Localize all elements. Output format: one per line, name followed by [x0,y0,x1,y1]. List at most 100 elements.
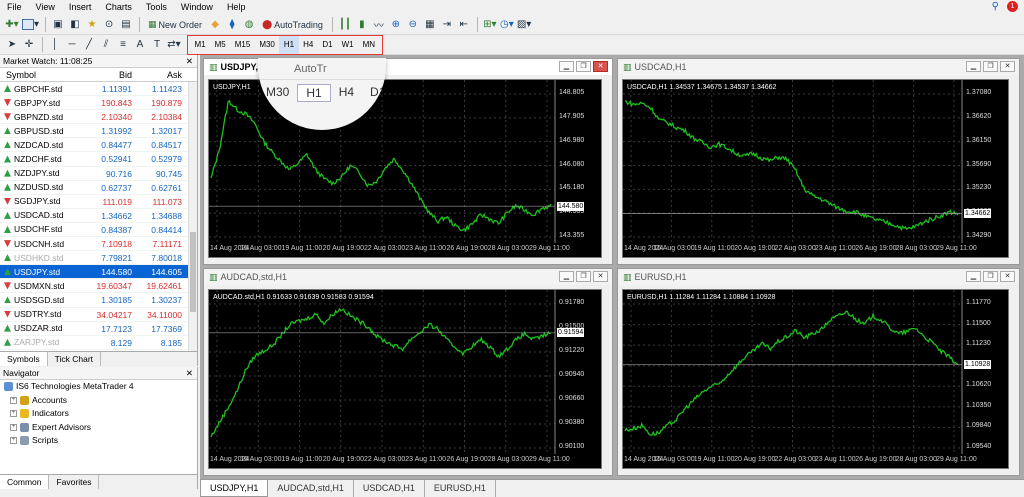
market-watch-row[interactable]: ZARJPY.std 8.129 8.185 [0,336,197,350]
metaeditor-icon[interactable]: ◆ [207,17,223,33]
search-icon[interactable]: ⚲ [992,1,999,12]
tile-windows-icon[interactable]: ▦ [422,17,438,33]
signals-icon[interactable]: ⧫ [224,17,240,33]
tf-m15[interactable]: M15 [230,36,255,54]
chart-shift-icon[interactable]: ⇤ [456,17,472,33]
menu-window[interactable]: Window [174,0,220,15]
menu-insert[interactable]: Insert [62,0,99,15]
minimize-icon[interactable]: ▁ [559,271,574,282]
header-symbol[interactable]: Symbol [0,68,80,81]
restore-icon[interactable]: ❐ [983,61,998,72]
tf-h1[interactable]: H1 [279,35,299,54]
market-watch-row[interactable]: NZDJPY.std 90.716 90.745 [0,167,197,181]
tf-m30[interactable]: M30 [255,36,280,54]
chart-tab-audcad[interactable]: AUDCAD,std,H1 [268,480,354,497]
chart-plot-area[interactable]: 148.805 147.905 146.980 146.080 145.180 144.3… [208,79,602,258]
expand-icon[interactable]: + [10,396,17,404]
indicators-icon[interactable]: ⊞▾ [482,17,498,33]
menu-help[interactable]: Help [220,0,253,15]
expand-icon[interactable]: + [10,410,17,418]
expand-icon[interactable]: + [10,423,17,431]
market-watch-row[interactable]: USDTRY.std 34.04217 34.11000 [0,308,197,322]
close-icon[interactable]: ✕ [593,61,608,72]
templates-icon[interactable]: ▨▾ [516,17,532,33]
data-window-icon[interactable]: ◧ [67,17,83,33]
strategy-tester-icon[interactable]: ▤ [118,17,134,33]
tf-mn[interactable]: MN [358,36,379,54]
menu-file[interactable]: File [0,0,29,15]
new-chart-icon[interactable]: ✚▾ [4,17,20,33]
close-icon[interactable]: ✕ [186,55,193,68]
chart-window-eurusd[interactable]: ▥EURUSD,H1 ▁❐✕ 1.11770 1.11500 1.11230 1.1092… [617,268,1020,476]
menu-view[interactable]: View [29,0,62,15]
chart-tab-usdjpy[interactable]: USDJPY,H1 [200,480,269,497]
terminal-icon[interactable]: ⊙ [101,17,117,33]
horizontal-line-icon[interactable]: ─ [64,37,80,53]
chart-title-bar[interactable]: ▥ AUDCAD,std,H1 ▁ ❐ ✕ [204,269,612,285]
navigator-item-accounts[interactable]: + Accounts [0,394,197,408]
market-watch-row[interactable]: USDSGD.std 1.30185 1.30237 [0,293,197,308]
tf-m5[interactable]: M5 [210,36,230,54]
tab-symbols[interactable]: Symbols [0,352,48,366]
trendline-icon[interactable]: ╱ [81,37,97,53]
minimize-icon[interactable]: ▁ [966,61,981,72]
navigator-item-scripts[interactable]: + Scripts [0,434,197,448]
market-watch-row[interactable]: GBPCHF.std 1.11391 1.11423 [0,82,197,97]
periods-icon[interactable]: ◷▾ [499,17,515,33]
market-watch-row[interactable]: USDMXN.std 19.60347 19.62461 [0,279,197,294]
close-icon[interactable]: ✕ [1000,61,1015,72]
cursor-icon[interactable]: ➤ [4,37,20,53]
market-watch-row[interactable]: NZDCHF.std 0.52941 0.52979 [0,152,197,167]
zoom-in-icon[interactable]: ⊕ [388,17,404,33]
expand-icon[interactable]: + [10,437,17,445]
market-icon[interactable]: ◍ [241,17,257,33]
candlestick-icon[interactable]: ▮ [354,17,370,33]
chart-window-audcad[interactable]: ▥ AUDCAD,std,H1 ▁ ❐ ✕ 0.91780 0.91500 0.91220 0.… [203,268,613,476]
navigator-icon[interactable]: ★ [84,17,100,33]
menu-charts[interactable]: Charts [98,0,139,15]
restore-icon[interactable]: ❐ [576,61,591,72]
fibonacci-icon[interactable]: ≡ [115,37,131,53]
market-watch-row[interactable]: USDHKD.std 7.79821 7.80018 [0,251,197,266]
scrollbar-thumb[interactable] [190,232,196,312]
market-watch-row[interactable]: USDCNH.std 7.10918 7.11171 [0,237,197,252]
chart-tab-usdcad[interactable]: USDCAD,H1 [354,480,425,497]
tab-tick-chart[interactable]: Tick Chart [48,352,102,366]
market-watch-row[interactable]: USDCAD.std 1.34662 1.34688 [0,209,197,223]
market-watch-row[interactable]: NZDCAD.std 0.84477 0.84517 [0,138,197,153]
chart-window-usdcad[interactable]: ▥ USDCAD,H1 ▁ ❐ ✕ 1.37080 1.36620 1.36150 1.3569… [617,58,1020,265]
market-watch-row[interactable]: USDZAR.std 17.7123 17.7369 [0,322,197,336]
tf-w1[interactable]: W1 [337,36,358,54]
arrows-icon[interactable]: ⇄▾ [166,37,182,53]
market-watch-row[interactable]: USDJPY.std 144.580 144.605 [0,265,197,280]
restore-icon[interactable]: ❐ [576,271,591,282]
menu-tools[interactable]: Tools [139,0,174,15]
market-watch-row[interactable]: USDCHF.std 0.84387 0.84414 [0,223,197,238]
autotrading-button[interactable]: ⬤ AutoTrading [258,17,327,33]
chart-plot-area[interactable]: 0.91780 0.91500 0.91220 0.90940 0.90660 0.903… [208,289,602,469]
restore-icon[interactable]: ❐ [983,271,998,282]
bar-chart-icon[interactable]: ┃┃ [337,17,353,33]
chart-plot-area[interactable]: 1.11770 1.11500 1.11230 1.10928 1.10620 1.103… [622,289,1009,469]
minimize-icon[interactable]: ▁ [966,271,981,282]
equidistant-channel-icon[interactable]: ⫽ [98,37,114,53]
market-watch-row[interactable]: GBPUSD.std 1.31992 1.32017 [0,124,197,139]
close-icon[interactable]: ✕ [593,271,608,282]
text-label-icon[interactable]: T [149,37,165,53]
vertical-line-icon[interactable]: │ [47,37,63,53]
profiles-icon[interactable]: ▾ [21,17,40,33]
header-bid[interactable]: Bid [80,68,132,81]
zoom-out-icon[interactable]: ⊖ [405,17,421,33]
market-watch-row[interactable]: NZDUSD.std 0.62737 0.62761 [0,181,197,195]
navigator-item-expert-advisors[interactable]: + Expert Advisors [0,421,197,435]
market-watch-row[interactable]: GBPNZD.std 2.10340 2.10384 [0,110,197,125]
market-watch-scrollbar[interactable] [188,82,197,352]
close-icon[interactable]: ✕ [1000,271,1015,282]
navigator-root[interactable]: IS6 Technologies MetaTrader 4 [0,380,197,394]
chart-title-bar[interactable]: ▥ USDCAD,H1 ▁ ❐ ✕ [618,59,1019,75]
navigator-item-indicators[interactable]: + Indicators [0,407,197,421]
market-watch-row[interactable]: SGDJPY.std 111.019 111.073 [0,195,197,209]
tab-favorites[interactable]: Favorites [49,475,100,489]
header-ask[interactable]: Ask [132,68,182,81]
chart-tab-eurusd[interactable]: EURUSD,H1 [425,480,496,497]
